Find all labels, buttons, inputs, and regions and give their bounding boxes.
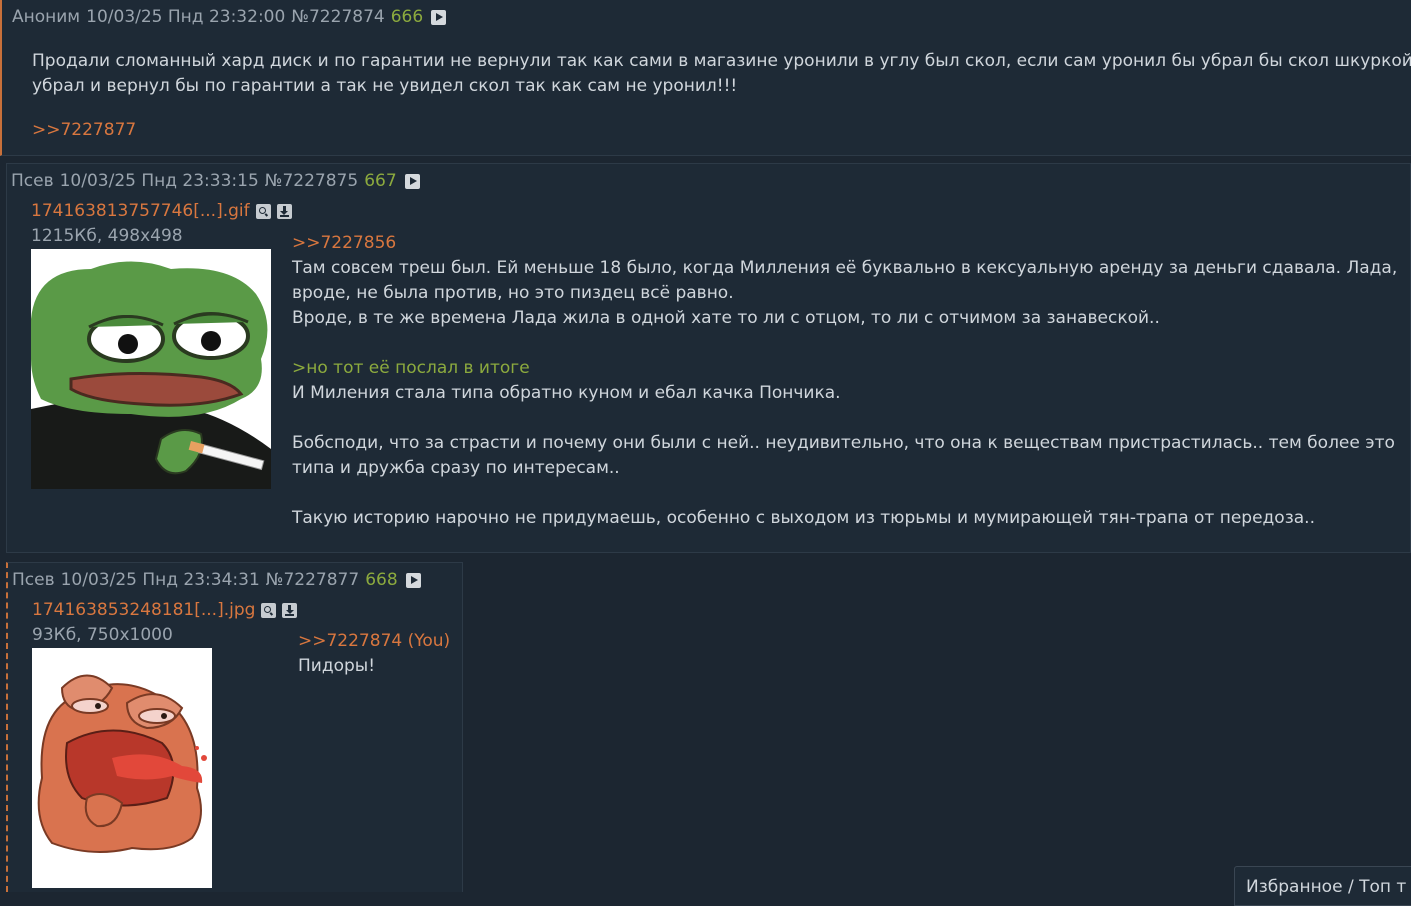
- body-line: убрал и вернул бы по гарантии а так не у…: [32, 76, 738, 96]
- post-7227877: Псев 10/03/25 Пнд 23:34:31 №7227877 668 …: [6, 562, 463, 892]
- smoking-frog-image: [31, 249, 271, 489]
- screaming-frog-image: [32, 648, 212, 888]
- body-line: вроде, не была против, но это пиздец всё…: [292, 283, 734, 303]
- file-thumbnail[interactable]: [31, 249, 271, 489]
- file-name-link[interactable]: 174163853248181[...].jpg: [32, 600, 255, 620]
- file-meta: 1215Кб, 498x498: [31, 226, 183, 246]
- post-ordinal: 668: [365, 570, 398, 590]
- post-menu-icon[interactable]: [404, 173, 420, 189]
- quote-link[interactable]: >>7227874 (You): [298, 629, 450, 654]
- post-date: 10/03/25 Пнд 23:34:31: [60, 570, 260, 590]
- download-icon[interactable]: [282, 602, 298, 618]
- post-header: Псев 10/03/25 Пнд 23:33:15 №7227875 667: [11, 171, 420, 191]
- post-author: Аноним: [12, 7, 81, 27]
- post-body: Там совсем треш был. Ей меньше 18 было, …: [292, 256, 1397, 531]
- body-line: Продали сломанный хард диск и по гаранти…: [32, 51, 1411, 71]
- post-7227875: Псев 10/03/25 Пнд 23:33:15 №7227875 667 …: [6, 163, 1411, 553]
- post-date: 10/03/25 Пнд 23:33:15: [59, 171, 259, 191]
- file-thumbnail[interactable]: [32, 648, 212, 888]
- post-header: Псев 10/03/25 Пнд 23:34:31 №7227877 668: [12, 570, 421, 590]
- greentext-quote: >но тот её послал в итоге: [292, 358, 530, 378]
- body-line: Вроде, в те же времена Лада жила в одной…: [292, 308, 1160, 328]
- post-ordinal: 666: [390, 7, 424, 27]
- post-number[interactable]: №7227877: [266, 570, 359, 590]
- search-image-icon[interactable]: [255, 203, 271, 219]
- post-ordinal: 667: [364, 171, 397, 191]
- post-number[interactable]: №7227874: [291, 7, 384, 27]
- file-info-row: 174163853248181[...].jpg: [32, 600, 298, 620]
- post-menu-icon[interactable]: [405, 572, 421, 588]
- reply-link[interactable]: >>7227877: [32, 118, 136, 143]
- body-line: И Миления стала типа обратно куном и еба…: [292, 383, 841, 403]
- body-line: типа и дружба сразу по интересам..: [292, 458, 620, 478]
- post-date: 10/03/25 Пнд 23:32:00: [86, 7, 286, 27]
- post-header: Аноним 10/03/25 Пнд 23:32:00 №7227874 66…: [12, 7, 447, 27]
- body-line: Такую историю нарочно не придумаешь, осо…: [292, 508, 1315, 528]
- favorites-label: Избранное / Топ т: [1246, 877, 1407, 897]
- favorites-top-threads-tab[interactable]: Избранное / Топ т: [1234, 866, 1411, 906]
- search-image-icon[interactable]: [261, 602, 277, 618]
- file-name-link[interactable]: 174163813757746[...].gif: [31, 201, 250, 221]
- quote-link[interactable]: >>7227856: [292, 231, 396, 256]
- body-line: Там совсем треш был. Ей меньше 18 было, …: [292, 258, 1398, 278]
- post-body: Пидоры!: [298, 654, 375, 679]
- post-7227874: Аноним 10/03/25 Пнд 23:32:00 №7227874 66…: [0, 0, 1411, 156]
- post-body: Продали сломанный хард диск и по гаранти…: [32, 49, 1411, 99]
- post-author: Псев: [11, 171, 54, 191]
- post-menu-icon[interactable]: [431, 9, 447, 25]
- body-line: Бобсподи, что за страсти и почему они бы…: [292, 433, 1395, 453]
- body-line: Пидоры!: [298, 656, 376, 676]
- post-author: Псев: [12, 570, 55, 590]
- file-meta: 93Кб, 750x1000: [32, 625, 173, 645]
- download-icon[interactable]: [276, 203, 292, 219]
- post-number[interactable]: №7227875: [265, 171, 358, 191]
- file-info-row: 174163813757746[...].gif: [31, 201, 292, 221]
